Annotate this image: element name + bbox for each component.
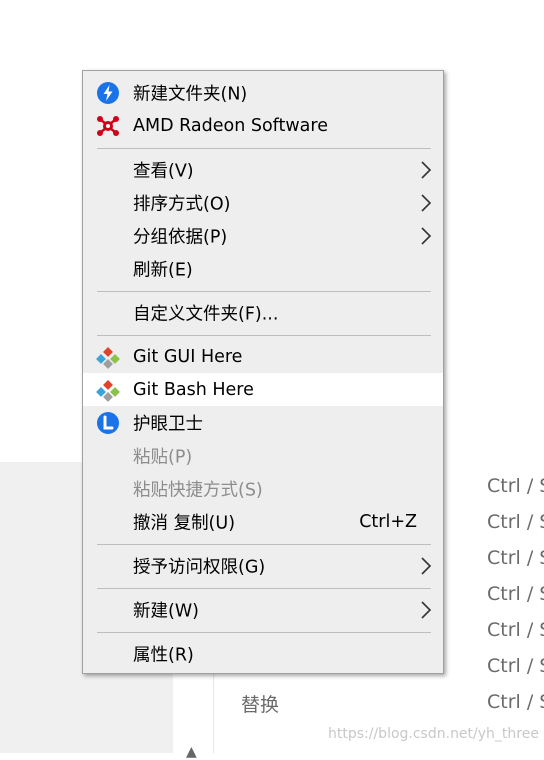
menu-item-paste-shortcut: 粘贴快捷方式(S) bbox=[83, 472, 443, 505]
menu-item-label: 护眼卫士 bbox=[133, 414, 203, 434]
eye-guard-icon bbox=[96, 411, 120, 435]
menu-item-group[interactable]: 分组依据(P) bbox=[83, 219, 443, 252]
menu-item-give-access[interactable]: 授予访问权限(G) bbox=[83, 549, 443, 582]
menu-item-label: Git Bash Here bbox=[133, 379, 254, 400]
menu-item-git-gui[interactable]: Git GUI Here bbox=[83, 340, 443, 373]
menu-item-label: 属性(R) bbox=[133, 645, 194, 665]
menu-separator bbox=[97, 632, 431, 633]
chevron-right-icon bbox=[419, 193, 433, 213]
menu-item-eye-guard[interactable]: 护眼卫士 bbox=[83, 406, 443, 439]
menu-item-label: 查看(V) bbox=[133, 161, 194, 181]
menu-item-new[interactable]: 新建(W) bbox=[83, 593, 443, 626]
menu-item-new-folder[interactable]: 新建文件夹(N) bbox=[83, 76, 443, 109]
watermark: https://blog.csdn.net/yh_three bbox=[328, 726, 539, 742]
git-bash-icon bbox=[96, 378, 120, 402]
chevron-right-icon bbox=[419, 600, 433, 620]
menu-item-sort[interactable]: 排序方式(O) bbox=[83, 186, 443, 219]
menu-item-label: 新建文件夹(N) bbox=[133, 84, 248, 104]
background-shortcut: Ctrl / S bbox=[487, 619, 544, 641]
amd-radeon-icon bbox=[96, 114, 120, 138]
menu-item-label: 粘贴(P) bbox=[133, 447, 193, 467]
menu-item-label: 分组依据(P) bbox=[133, 227, 228, 247]
menu-item-shortcut: Ctrl+Z bbox=[359, 511, 417, 532]
menu-item-paste: 粘贴(P) bbox=[83, 439, 443, 472]
menu-separator bbox=[97, 291, 431, 292]
menu-item-label: AMD Radeon Software bbox=[133, 115, 328, 136]
menu-separator bbox=[97, 335, 431, 336]
menu-item-amd-radeon[interactable]: AMD Radeon Software bbox=[83, 109, 443, 142]
chevron-right-icon bbox=[419, 556, 433, 576]
chevron-right-icon bbox=[419, 160, 433, 180]
background-shortcut: Ctrl / S bbox=[487, 583, 544, 605]
caret-up-icon: ▲ bbox=[186, 744, 197, 760]
menu-item-properties[interactable]: 属性(R) bbox=[83, 637, 443, 670]
menu-item-label: 排序方式(O) bbox=[133, 194, 231, 214]
menu-item-customize-folder[interactable]: 自定义文件夹(F)... bbox=[83, 296, 443, 329]
new-folder-bolt-icon bbox=[96, 81, 120, 105]
menu-item-view[interactable]: 查看(V) bbox=[83, 153, 443, 186]
background-shortcut: Ctrl / S bbox=[487, 511, 544, 533]
menu-item-label: Git GUI Here bbox=[133, 346, 243, 367]
menu-item-label: 新建(W) bbox=[133, 601, 199, 621]
menu-item-undo-copy[interactable]: 撤消 复制(U) Ctrl+Z bbox=[83, 505, 443, 538]
background-shortcut: Ctrl / S bbox=[487, 547, 544, 569]
menu-item-label: 刷新(E) bbox=[133, 260, 193, 280]
menu-item-label: 自定义文件夹(F)... bbox=[133, 304, 279, 324]
menu-separator bbox=[97, 544, 431, 545]
chevron-right-icon bbox=[419, 226, 433, 246]
background-shortcut: Ctrl / S bbox=[487, 691, 544, 713]
menu-item-label: 撤消 复制(U) bbox=[133, 513, 236, 533]
menu-separator bbox=[97, 588, 431, 589]
menu-item-refresh[interactable]: 刷新(E) bbox=[83, 252, 443, 285]
git-gui-icon bbox=[96, 345, 120, 369]
background-shortcut: Ctrl / S bbox=[487, 475, 544, 497]
menu-item-label: 粘贴快捷方式(S) bbox=[133, 480, 263, 500]
menu-item-label: 授予访问权限(G) bbox=[133, 557, 266, 577]
menu-item-git-bash[interactable]: Git Bash Here bbox=[83, 373, 443, 406]
menu-separator bbox=[97, 148, 431, 149]
background-replace-label: 替换 bbox=[241, 694, 280, 716]
context-menu: 新建文件夹(N) AMD Radeon Software 查看(V) 排序方式(… bbox=[82, 70, 444, 674]
background-shortcut: Ctrl / S bbox=[487, 655, 544, 677]
